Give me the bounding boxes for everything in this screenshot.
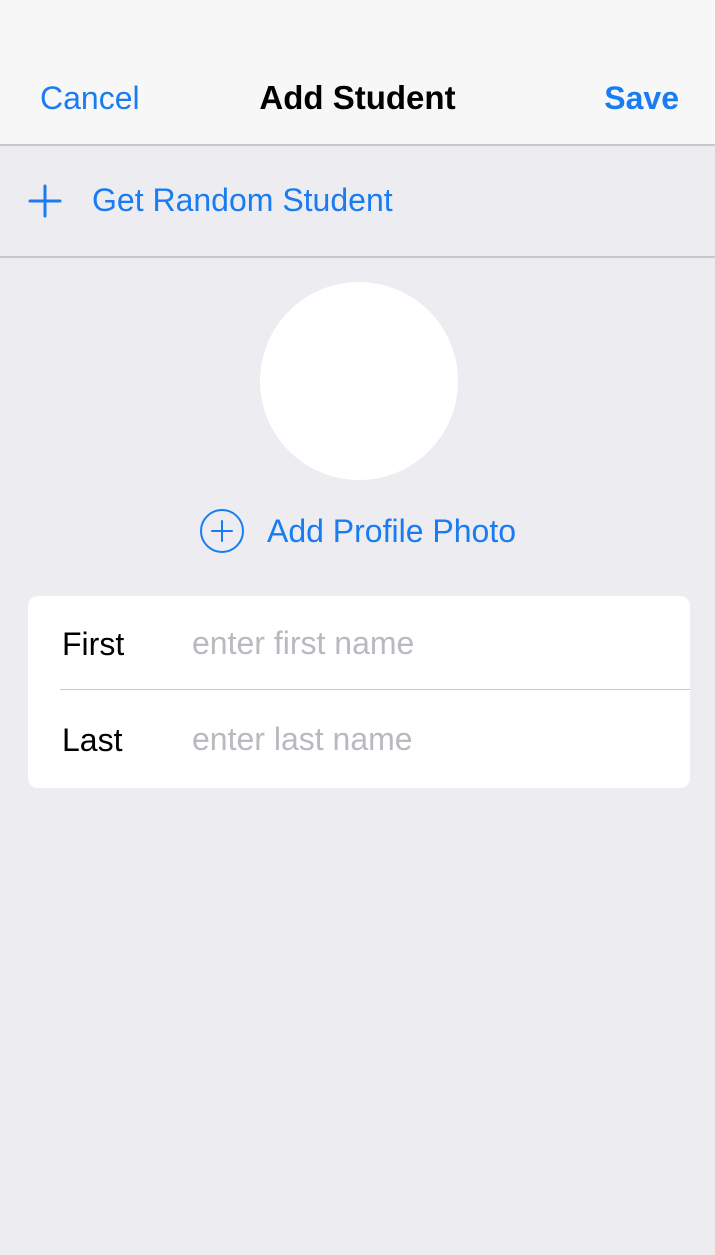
name-form-card: First Last: [28, 596, 690, 788]
navigation-bar: Cancel Add Student Save: [0, 0, 715, 146]
plus-icon: [28, 184, 62, 218]
last-name-row: Last: [28, 692, 690, 788]
add-profile-photo-button[interactable]: Add Profile Photo: [199, 508, 516, 554]
add-photo-row: Add Profile Photo: [0, 508, 715, 554]
row-divider: [60, 689, 690, 690]
last-name-label: Last: [62, 722, 123, 758]
last-name-input[interactable]: [192, 716, 662, 762]
save-button[interactable]: Save: [604, 78, 679, 118]
get-random-student-button[interactable]: Get Random Student: [0, 146, 715, 258]
first-name-input[interactable]: [192, 620, 662, 666]
first-name-row: First: [28, 596, 690, 692]
avatar[interactable]: [260, 282, 458, 480]
add-profile-photo-label: Add Profile Photo: [266, 513, 517, 549]
get-random-student-label: Get Random Student: [92, 182, 393, 218]
circle-plus-icon: [199, 509, 244, 553]
first-name-label: First: [62, 626, 125, 662]
page-title: Add Student: [259, 79, 456, 116]
cancel-button[interactable]: Cancel: [40, 78, 140, 118]
